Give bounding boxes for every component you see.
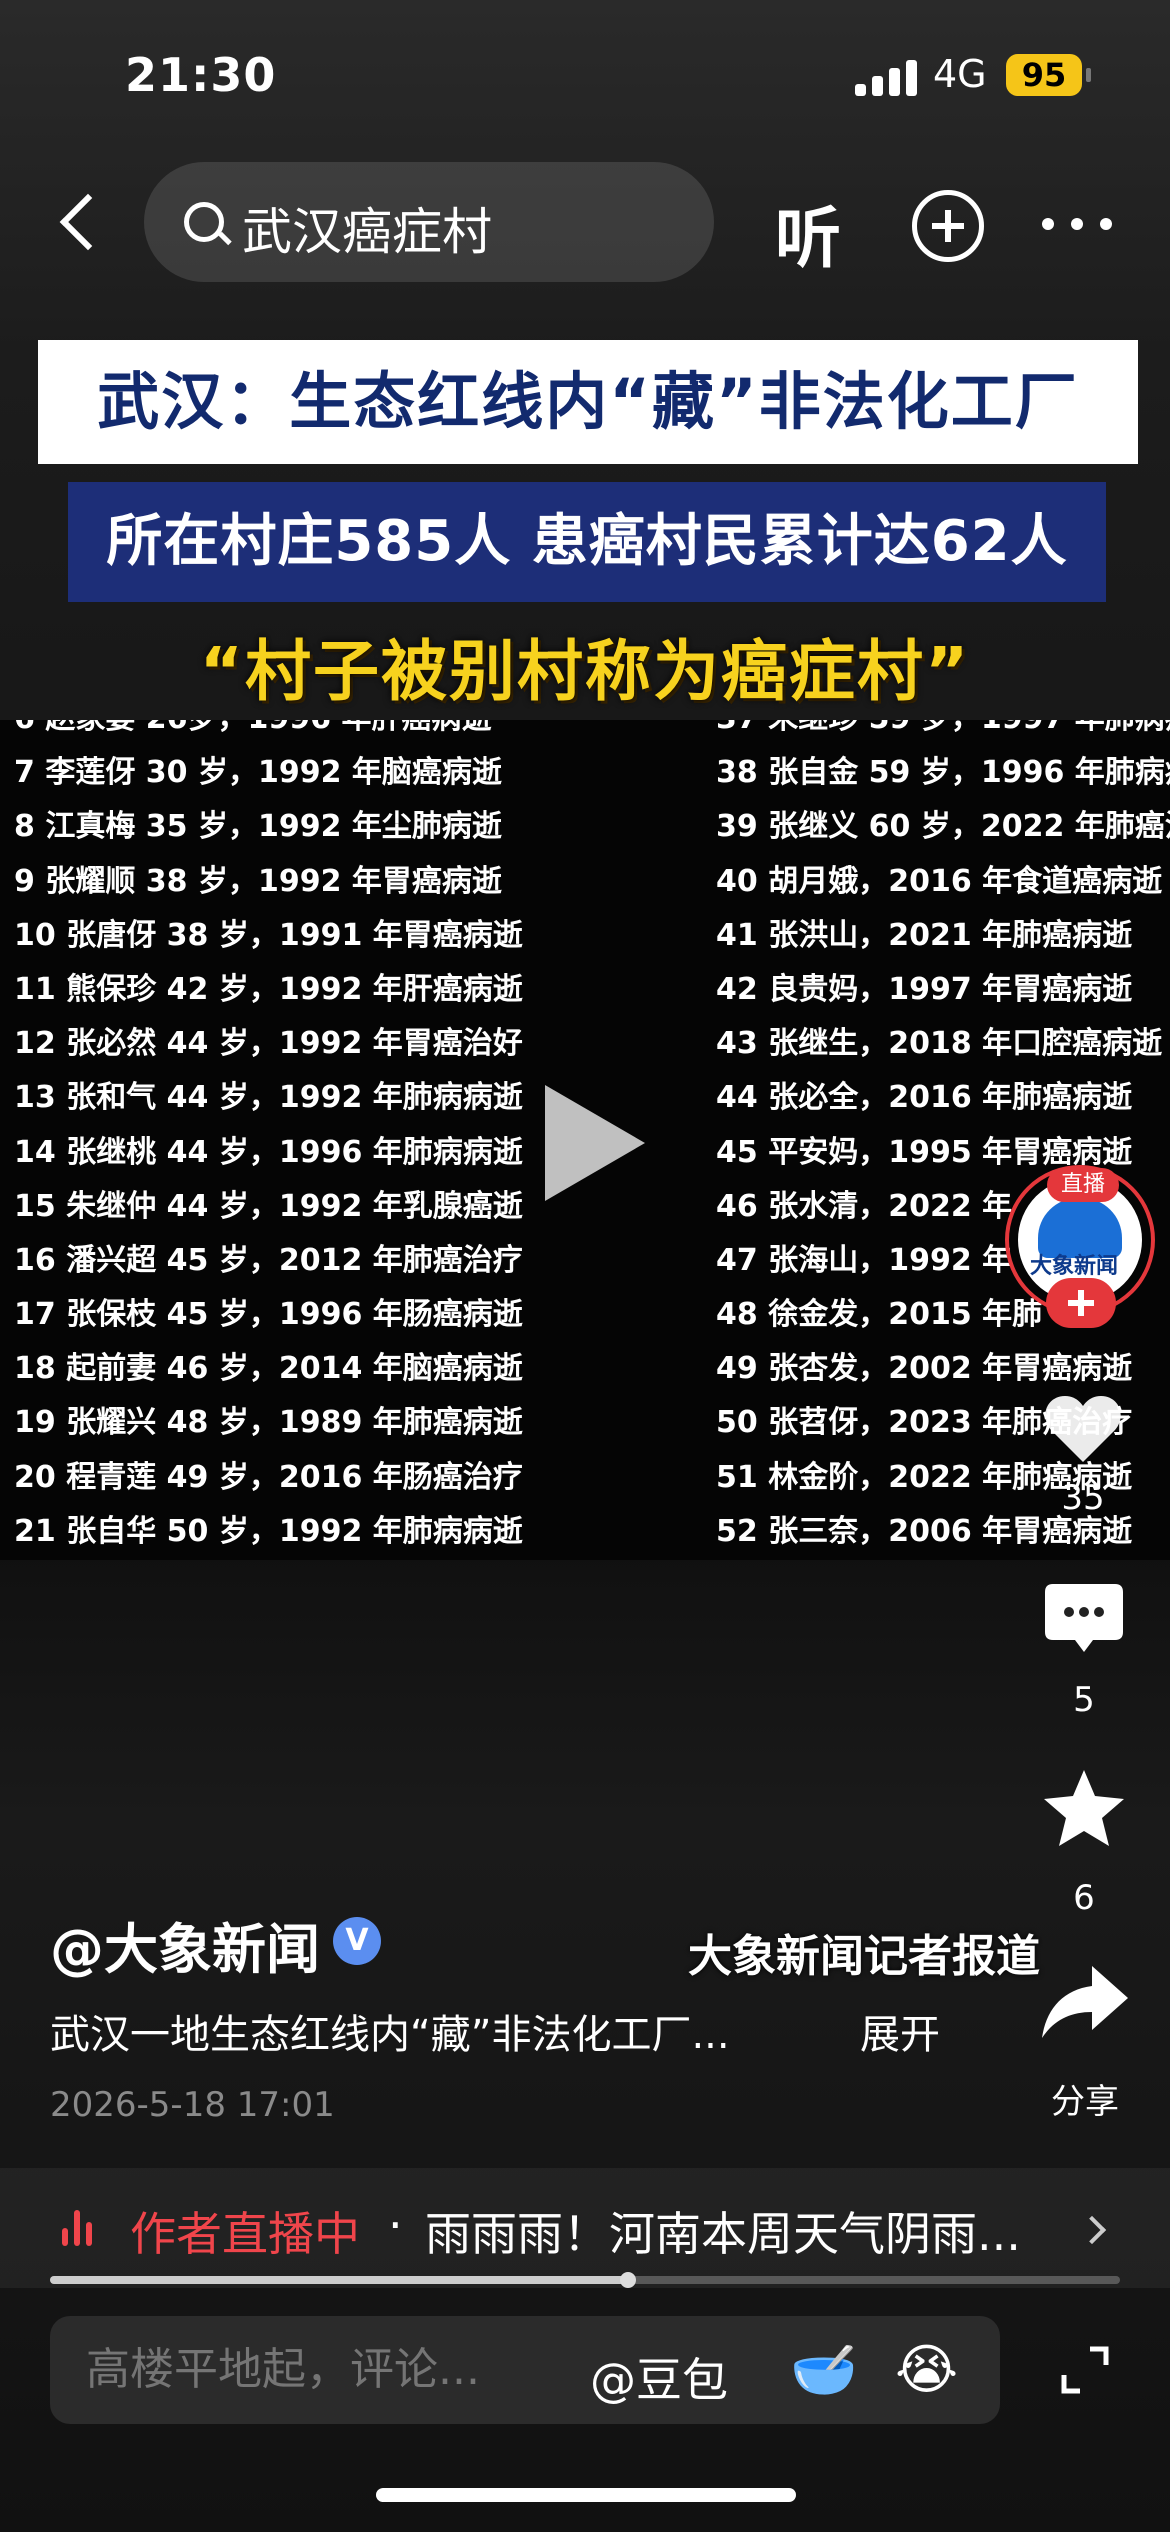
list-item: 13 张和气 44 岁，1992 年肺病病逝 (14, 1080, 523, 1116)
progress-fill (50, 2276, 628, 2284)
top-bar: 武汉癌症村 听 (0, 160, 1170, 284)
progress-handle[interactable] (619, 2272, 636, 2288)
live-wave-icon (62, 2210, 102, 2246)
list-item: 18 起前妻 46 岁，2014 年脑癌病逝 (14, 1351, 523, 1387)
post-description[interactable]: 武汉一地生态红线内“藏”非法化工厂... (50, 2002, 730, 2060)
search-icon (184, 202, 224, 242)
list-item: 8 江真梅 35 岁，1992 年尘肺病逝 (14, 809, 502, 845)
live-label: 作者直播中 (130, 2207, 360, 2261)
back-button[interactable] (50, 182, 110, 262)
victim-list-left: 6 赵家妻 26岁，1996 年肝癌病逝 7 李莲伢 30 岁，1992 年脑癌… (14, 720, 584, 1559)
list-item: 16 潘兴超 45 岁，2012 年肺癌治疗 (14, 1242, 523, 1278)
signal-icon (855, 60, 919, 96)
live-title: 雨雨雨！河南本周天气阴雨... (425, 2207, 1021, 2261)
list-item: 14 张继桃 44 岁，1996 年肺病病逝 (14, 1134, 523, 1170)
comment-count: 5 (1073, 1680, 1095, 1720)
battery-icon: 95 (1006, 54, 1082, 96)
list-item: 44 张必全，2016 年肺癌病逝 (716, 1080, 1133, 1116)
search-query[interactable]: 武汉癌症村 (242, 192, 492, 264)
listen-button[interactable]: 听 (775, 185, 841, 281)
list-item: 9 张耀顺 38 岁，1992 年胃癌病逝 (14, 863, 502, 899)
verified-icon: V (333, 1917, 381, 1965)
follow-button[interactable] (1046, 1278, 1116, 1328)
list-item: 12 张必然 44 岁，1992 年胃癌治好 (14, 1026, 523, 1062)
status-time: 21:30 (125, 48, 277, 102)
list-item: 17 张保枝 45 岁，1996 年肠癌病逝 (14, 1297, 523, 1333)
star-icon (1044, 1770, 1124, 1846)
video-player[interactable]: 武汉：生态红线内“藏”非法化工厂 所在村庄585人 患癌村民累计达62人 6 赵… (0, 320, 1170, 1570)
fullscreen-icon[interactable] (1060, 2345, 1110, 2395)
list-item: 7 李莲伢 30 岁，1992 年脑癌病逝 (14, 755, 502, 791)
search-box[interactable]: 武汉癌症村 (144, 162, 714, 282)
video-headline-3: “村子被别村称为癌症村” (199, 633, 971, 710)
video-headline-2: 所在村庄585人 患癌村民累计达62人 (68, 482, 1106, 602)
list-item: 21 张自华 50 岁，1992 年肺病病逝 (14, 1513, 523, 1549)
live-separator: · (388, 2198, 403, 2252)
favorite-count: 6 (1073, 1878, 1095, 1918)
battery-tip (1086, 68, 1091, 82)
mention-button[interactable]: @豆包 (590, 2344, 728, 2410)
comment-icon (1045, 1584, 1123, 1652)
like-button[interactable] (1043, 1392, 1123, 1464)
list-item: 42 良贵妈，1997 年胃癌病逝 (716, 971, 1133, 1007)
list-item: 11 熊保珍 42 岁，1992 年肝癌病逝 (14, 971, 523, 1007)
heart-icon (1045, 1396, 1121, 1462)
list-item: 20 程青莲 49 岁，2016 年肠癌治疗 (14, 1459, 523, 1495)
comment-input[interactable] (86, 2344, 566, 2395)
network-type: 4G (933, 52, 987, 96)
list-item: 15 朱继仲 44 岁，1992 年乳腺癌逝 (14, 1188, 523, 1224)
comment-bar[interactable]: @豆包 🥣 😭 (50, 2316, 1000, 2424)
favorite-button[interactable] (1042, 1768, 1126, 1848)
video-caption: 大象新闻记者报道 (688, 1931, 1040, 1982)
list-item: 38 张自金 59 岁，1996 年肺病病 (716, 755, 1170, 791)
author-name[interactable]: @大象新闻 (50, 1905, 320, 1984)
list-item: 40 胡月娥，2016 年食道癌病逝 (716, 863, 1163, 899)
video-headline-1: 武汉：生态红线内“藏”非法化工厂 (38, 340, 1138, 464)
list-item: 10 张唐伢 38 岁，1991 年胃癌病逝 (14, 917, 523, 953)
chevron-right-icon (1077, 2215, 1107, 2245)
play-icon[interactable] (545, 1085, 645, 1201)
share-label: 分享 (1051, 2082, 1119, 2122)
more-icon[interactable] (1042, 218, 1112, 232)
like-count: 35 (1061, 1478, 1105, 1518)
live-badge: 直播 (1047, 1168, 1119, 1202)
add-button[interactable] (912, 190, 984, 262)
status-bar: 21:30 4G 95 (0, 0, 1170, 150)
list-item: 41 张洪山，2021 年肺癌病逝 (716, 917, 1133, 953)
list-item: 49 张杏发，2002 年胃癌病逝 (716, 1351, 1133, 1387)
post-date: 2026-5-18 17:01 (50, 2085, 335, 2125)
home-indicator (376, 2488, 796, 2502)
list-item: 19 张耀兴 48 岁，1989 年肺癌病逝 (14, 1405, 523, 1441)
comment-button[interactable] (1043, 1580, 1125, 1660)
expand-button[interactable]: 展开 (860, 2002, 940, 2060)
video-progress-bar[interactable] (50, 2272, 1120, 2288)
share-button[interactable] (1040, 1962, 1130, 2042)
emoji-crying-button[interactable]: 😭 (895, 2338, 958, 2401)
avatar-text: 大象新闻 (1030, 1254, 1119, 1279)
share-icon (1042, 1966, 1128, 2038)
emoji-bowl-button[interactable]: 🥣 (790, 2338, 857, 2402)
list-item: 39 张继义 60 岁，2022 年肺癌治 (716, 809, 1170, 845)
author-live-bar[interactable]: 作者直播中 · 雨雨雨！河南本周天气阴雨... (0, 2168, 1170, 2288)
list-item: 43 张继生，2018 年口腔癌病逝 (716, 1026, 1163, 1062)
